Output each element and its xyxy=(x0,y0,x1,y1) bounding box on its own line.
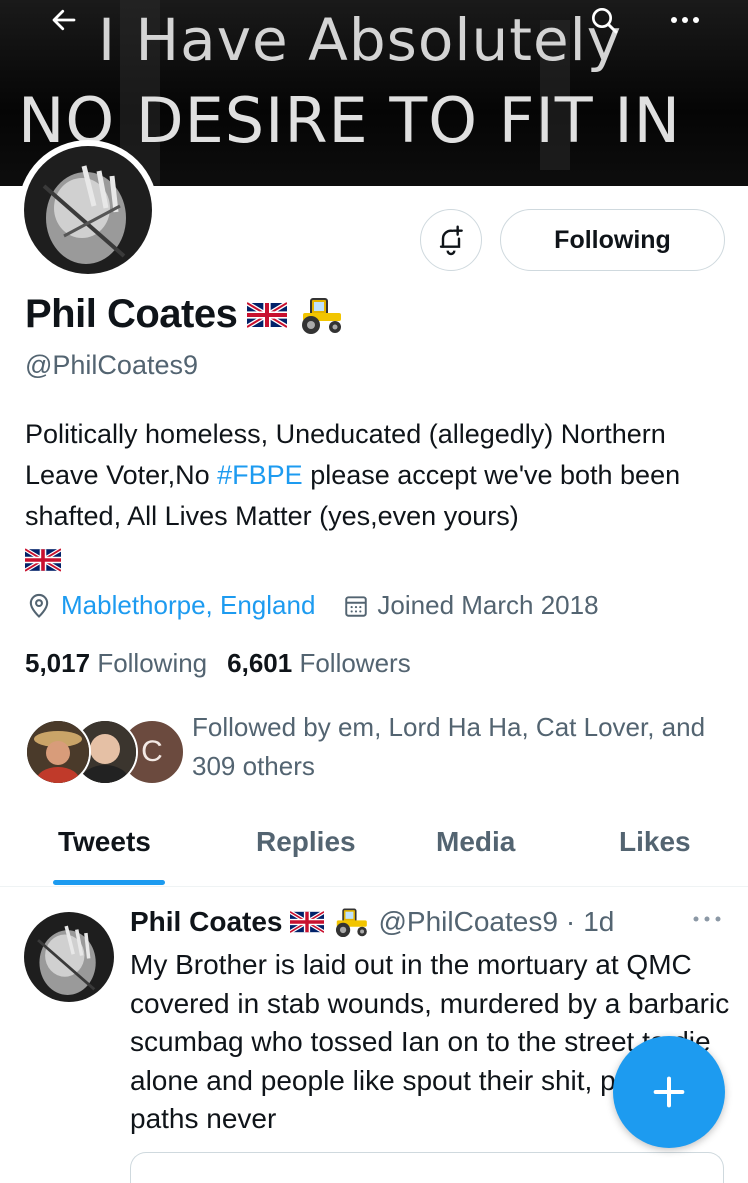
avatar-image xyxy=(24,146,152,274)
followed-by-avatars[interactable]: C xyxy=(25,719,185,785)
location-link[interactable]: Mablethorpe, England xyxy=(61,590,315,621)
arrow-left-icon xyxy=(52,9,76,31)
location-pin-icon xyxy=(29,593,49,618)
tweet-author-handle[interactable]: @PhilCoates9 xyxy=(378,906,557,938)
followers-label: Followers xyxy=(299,648,411,678)
calendar-icon xyxy=(345,595,368,617)
tab-media[interactable]: Media xyxy=(436,826,515,858)
active-tab-indicator xyxy=(53,880,165,885)
profile-name-text: Phil Coates xyxy=(25,292,238,336)
uk-flag-icon xyxy=(23,547,63,573)
following-stat[interactable]: 5,017 Following xyxy=(25,648,207,679)
profile-handle: @PhilCoates9 xyxy=(25,350,198,380)
profile-bio: Politically homeless, Uneducated (allege… xyxy=(23,414,735,584)
tweet-author-name[interactable]: Phil Coates xyxy=(130,906,282,938)
search-button[interactable] xyxy=(580,0,628,40)
uk-flag-icon xyxy=(290,911,325,933)
profile-meta: Mablethorpe, England Joined March 2018 xyxy=(25,590,599,621)
profile-tabs: Tweets Replies Media Likes xyxy=(0,812,748,887)
back-button[interactable] xyxy=(40,0,88,40)
tweet-header: Phil Coates @PhilCoates9 · 1d xyxy=(130,906,614,938)
following-button[interactable]: Following xyxy=(500,209,725,271)
bell-plus-icon xyxy=(439,225,463,256)
tractor-icon xyxy=(302,297,342,334)
uk-flag-icon xyxy=(247,301,288,328)
tab-replies[interactable]: Replies xyxy=(256,826,356,858)
followers-count: 6,601 xyxy=(227,648,293,678)
following-label: Following xyxy=(97,648,208,678)
plus-icon xyxy=(653,1076,685,1108)
tab-likes[interactable]: Likes xyxy=(619,826,691,858)
bio-flag xyxy=(23,543,735,584)
tweet-author-avatar[interactable] xyxy=(24,912,114,1002)
tweet-dot-separator: · xyxy=(565,906,576,937)
banner-text-line1: I Have Absolutely xyxy=(98,6,623,74)
followers-stat[interactable]: 6,601 Followers xyxy=(227,648,411,679)
hashtag-link[interactable]: #FBPE xyxy=(217,460,303,490)
profile-name: Phil Coates xyxy=(25,292,345,337)
tweet-more-button[interactable] xyxy=(692,910,722,928)
follower-avatar-letter: C xyxy=(141,735,163,768)
follow-stats: 5,017 Following 6,601 Followers xyxy=(25,648,411,679)
more-dots-icon xyxy=(671,17,699,23)
notifications-bell-button[interactable] xyxy=(420,209,482,271)
tweet-media-card[interactable] xyxy=(130,1152,724,1183)
following-count: 5,017 xyxy=(25,648,91,678)
more-dots-icon xyxy=(693,916,721,922)
search-icon xyxy=(592,8,618,34)
tab-tweets[interactable]: Tweets xyxy=(58,826,151,858)
followed-by-text[interactable]: Followed by em, Lord Ha Ha, Cat Lover, a… xyxy=(192,708,722,786)
joined-date: Joined March 2018 xyxy=(377,590,599,620)
follower-avatar-1 xyxy=(25,719,91,785)
tractor-icon xyxy=(336,908,368,938)
tweet-time[interactable]: 1d xyxy=(583,906,614,938)
more-button[interactable] xyxy=(661,0,709,40)
profile-avatar[interactable] xyxy=(18,140,158,280)
compose-tweet-button[interactable] xyxy=(613,1036,725,1148)
